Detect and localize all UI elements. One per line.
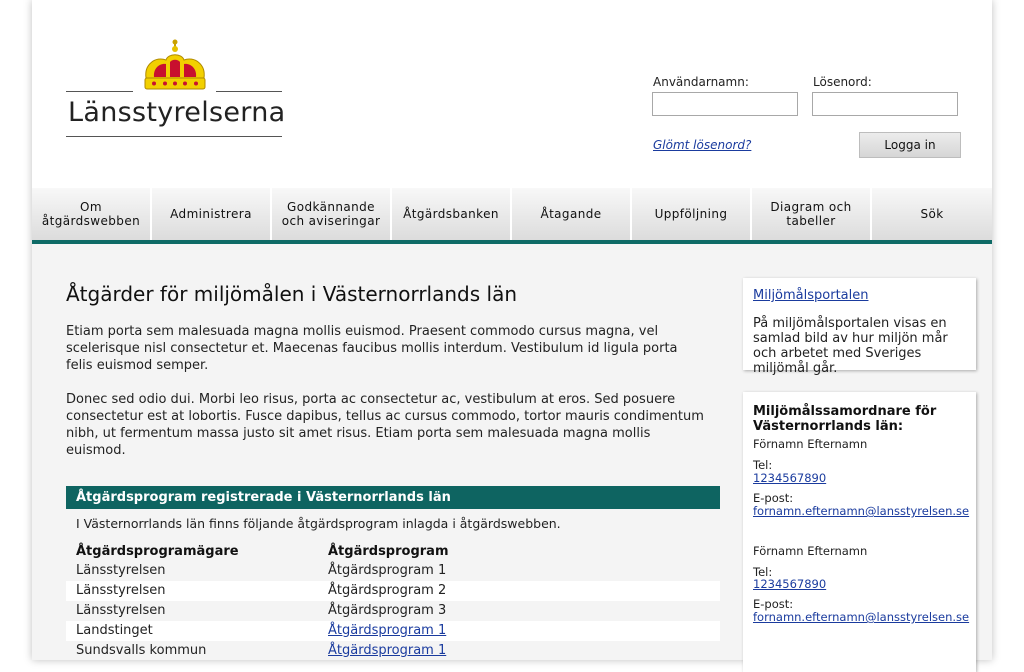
nav-item-administrera[interactable]: Administrera — [152, 188, 270, 240]
nav-label-line1: Åtgärdsbanken — [403, 207, 499, 221]
contacts-box: Miljömålssamordnare för Västernorrlands … — [743, 392, 976, 672]
nav-item-uppfoljning[interactable]: Uppföljning — [632, 188, 750, 240]
page-title: Åtgärder för miljömålen i Västernorrland… — [66, 282, 517, 306]
main-navigation: Om åtgärdswebben Administrera Godkännande… — [32, 188, 992, 240]
program-link[interactable]: Åtgärdsprogram 1 — [328, 621, 446, 641]
nav-item-atagande[interactable]: Åtagande — [512, 188, 630, 240]
nav-label-line1: Godkännande — [287, 200, 375, 214]
logo-rule-right — [216, 91, 282, 92]
owner-cell: Länsstyrelsen — [76, 563, 166, 578]
nav-item-sok[interactable]: Sök — [872, 188, 992, 240]
contact-email-link[interactable]: fornamn.efternamn@lansstyrelsen.se — [753, 504, 969, 518]
logo-rule-bottom — [66, 136, 282, 137]
nav-label-line1: Om — [80, 200, 102, 214]
nav-label-line2: och aviseringar — [281, 214, 381, 228]
username-input[interactable] — [652, 92, 798, 116]
table-row: Landstinget Åtgärdsprogram 1 — [66, 621, 720, 641]
table-row: Länsstyrelsen Åtgärdsprogram 3 — [66, 601, 720, 621]
contact-email-link[interactable]: fornamn.efternamn@lansstyrelsen.se — [753, 610, 969, 624]
nav-item-diagram-och-tabeller[interactable]: Diagram och tabeller — [752, 188, 870, 240]
contact-email-label: E-post: — [753, 597, 794, 611]
nav-item-godkannande[interactable]: Godkännande och aviseringar — [272, 188, 390, 240]
login-button[interactable]: Logga in — [859, 132, 961, 158]
programs-intro: I Västernorrlands län finns följande åtg… — [76, 516, 561, 531]
nav-label-line1: Åtagande — [540, 207, 602, 221]
owner-cell: Länsstyrelsen — [76, 583, 166, 598]
contacts-title: Miljömålssamordnare för Västernorrlands … — [753, 404, 937, 434]
owner-cell: Länsstyrelsen — [76, 603, 166, 618]
column-header-owner: Åtgärdsprogramägare — [76, 544, 239, 559]
crown-icon — [144, 39, 206, 90]
forgot-password-link[interactable]: Glömt lösenord? — [653, 138, 751, 152]
intro-paragraph-1: Etiam porta sem malesuada magna mollis e… — [66, 324, 678, 373]
table-row: Sundsvalls kommun Åtgärdsprogram 1 — [66, 641, 720, 661]
logo-rule-left — [66, 91, 133, 92]
owner-cell: Landstinget — [76, 623, 153, 638]
program-cell: Åtgärdsprogram 1 — [328, 563, 447, 578]
portal-description: På miljömålsportalen visas en samlad bil… — [753, 316, 948, 376]
contact-name: Förnamn Efternamn — [753, 437, 868, 451]
nav-label-line1: Uppföljning — [654, 207, 728, 221]
site-header: Länsstyrelserna Användarnamn: Lösenord: … — [32, 0, 992, 188]
miljomalsportalen-link[interactable]: Miljömålsportalen — [753, 288, 868, 303]
nav-item-atgardsbanken[interactable]: Åtgärdsbanken — [392, 188, 510, 240]
program-cell: Åtgärdsprogram 2 — [328, 583, 447, 598]
contact-tel-label: Tel: — [753, 458, 773, 472]
owner-cell: Sundsvalls kommun — [76, 643, 207, 658]
password-label: Lösenord: — [813, 75, 872, 89]
intro-paragraph-2: Donec sed odio dui. Morbi leo risus, por… — [66, 392, 704, 458]
table-row: Länsstyrelsen Åtgärdsprogram 1 — [66, 561, 720, 581]
table-row: Länsstyrelsen Åtgärdsprogram 2 — [66, 581, 720, 601]
nav-label-line2: åtgärdswebben — [41, 214, 141, 228]
logo-text: Länsstyrelserna — [68, 97, 286, 128]
lansstyrelserna-logo[interactable]: Länsstyrelserna — [66, 38, 286, 142]
column-header-program: Åtgärdsprogram — [328, 544, 449, 559]
program-cell: Åtgärdsprogram 3 — [328, 603, 447, 618]
password-input[interactable] — [812, 92, 958, 116]
page-container: Länsstyrelserna Användarnamn: Lösenord: … — [32, 0, 992, 672]
username-label: Användarnamn: — [653, 75, 749, 89]
nav-label-line1: Administrera — [170, 207, 252, 221]
program-link[interactable]: Åtgärdsprogram 1 — [328, 641, 446, 661]
nav-item-om-atgardswebben[interactable]: Om åtgärdswebben — [32, 188, 150, 240]
nav-label-line2: tabeller — [786, 214, 836, 228]
nav-label-line1: Diagram och — [770, 200, 852, 214]
contact-tel-link[interactable]: 1234567890 — [753, 577, 826, 591]
portal-info-box: Miljömålsportalen På miljömålsportalen v… — [743, 278, 976, 376]
programs-section-header: Åtgärdsprogram registrerade i Västernorr… — [66, 486, 720, 509]
contact-email-label: E-post: — [753, 491, 794, 505]
contact-name: Förnamn Efternamn — [753, 544, 868, 558]
nav-label-line1: Sök — [920, 207, 944, 221]
contact-tel-link[interactable]: 1234567890 — [753, 471, 826, 485]
nav-accent-bar — [32, 240, 992, 244]
